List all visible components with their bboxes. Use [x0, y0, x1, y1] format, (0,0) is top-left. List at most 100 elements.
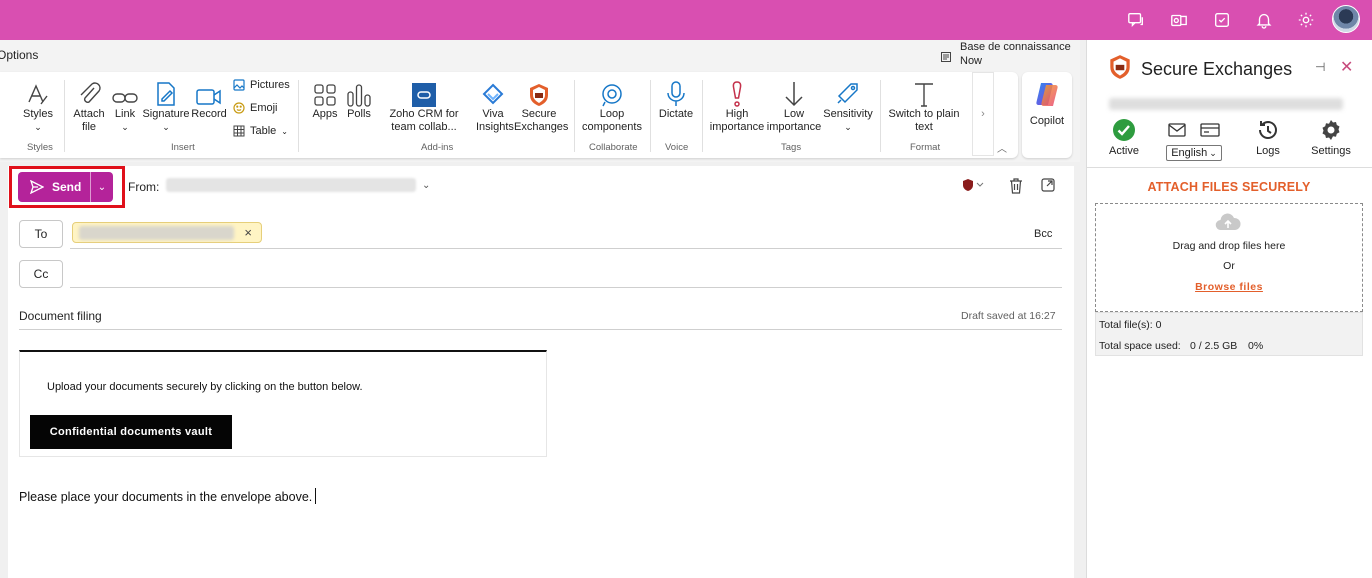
apps-grid-icon	[314, 84, 336, 106]
low-importance-button[interactable]: Low importance	[766, 78, 822, 134]
ribbon-toolbar: Styles ⌄ Styles Attach file Link ⌄ Signa…	[0, 72, 1018, 158]
active-status[interactable]: Active	[1107, 118, 1141, 157]
secure-exchanges-panel: Secure Exchanges ⊣ ✕ Active English ⌄ Log…	[1086, 40, 1372, 578]
apps-button[interactable]: Apps	[308, 78, 342, 121]
cc-button[interactable]: Cc	[19, 260, 63, 288]
group-label-tags: Tags	[781, 142, 802, 153]
check-circle-icon	[1113, 119, 1135, 141]
confidential-documents-vault-button[interactable]: Confidential documents vault	[30, 415, 232, 449]
ribbon-scroll-right-button[interactable]: ›	[972, 72, 994, 156]
close-icon[interactable]: ✕	[1340, 57, 1353, 77]
document-icon	[941, 52, 951, 62]
polls-button[interactable]: Polls	[344, 78, 374, 121]
draft-status: Draft saved at 16:27	[961, 310, 1056, 322]
chevron-down-icon: ⌄	[281, 126, 288, 136]
top-bar	[0, 0, 1372, 40]
viva-insights-icon	[482, 83, 504, 105]
outlook-icon[interactable]	[1169, 10, 1189, 30]
recipient-chip[interactable]: ×	[72, 222, 262, 243]
settings-icon[interactable]	[1296, 10, 1316, 30]
message-body-text: Please place your documents in the envel…	[19, 490, 313, 504]
settings-button[interactable]: Settings	[1309, 118, 1353, 157]
to-button[interactable]: To	[19, 220, 63, 248]
compose-pane: Send ⌄ From: ⌄ To × Bcc Cc Document fili…	[8, 166, 1074, 578]
ribbon-collapse-button[interactable]: ︿	[994, 140, 1010, 155]
table-button[interactable]: Table ⌄	[233, 125, 288, 137]
loop-components-button[interactable]: Loop components	[580, 78, 644, 134]
low-importance-label: Low importance	[766, 108, 822, 133]
zoho-crm-label: Zoho CRM for team collab...	[389, 108, 459, 133]
dictate-label: Dictate	[658, 108, 694, 120]
file-dropzone[interactable]: Drag and drop files here Or Browse files	[1095, 203, 1363, 312]
checklist-icon[interactable]	[1212, 10, 1232, 30]
account-email-redacted	[1109, 98, 1343, 110]
total-space: Total space used: 0 / 2.5 GB 0%	[1099, 340, 1263, 352]
high-importance-label: High importance	[709, 108, 765, 133]
divider	[574, 80, 575, 152]
link-icon	[112, 93, 138, 103]
subject-field[interactable]: Document filing	[19, 309, 102, 323]
emoji-icon	[233, 102, 245, 114]
high-importance-button[interactable]: High importance	[708, 78, 766, 134]
active-label: Active	[1109, 145, 1139, 157]
zoho-crm-button[interactable]: Zoho CRM for team collab...	[376, 78, 472, 134]
arrow-down-icon	[785, 82, 803, 107]
table-label: Table	[250, 125, 277, 137]
envelope-icon	[1168, 123, 1186, 137]
total-space-label: Total space used:	[1099, 340, 1181, 352]
viva-insights-button[interactable]: Viva Insights	[472, 78, 514, 134]
panel-title: Secure Exchanges	[1141, 59, 1293, 79]
group-label-styles: Styles	[27, 142, 53, 153]
total-space-percent: 0%	[1248, 340, 1264, 352]
pictures-button[interactable]: Pictures	[233, 79, 290, 91]
styles-button[interactable]: Styles ⌄	[18, 78, 58, 134]
cloud-upload-icon	[1215, 213, 1241, 231]
user-avatar[interactable]	[1332, 5, 1360, 33]
browse-files-link[interactable]: Browse files	[1096, 281, 1362, 293]
sensitivity-button[interactable]: Sensitivity ⌄	[822, 78, 874, 134]
attach-file-label: Attach file	[73, 108, 105, 133]
divider	[70, 248, 1062, 249]
copilot-icon	[1036, 83, 1058, 106]
bcc-button[interactable]: Bcc	[1034, 228, 1052, 240]
copilot-button[interactable]: Copilot	[1022, 72, 1072, 158]
language-value: English	[1171, 147, 1208, 159]
bell-icon[interactable]	[1254, 10, 1274, 30]
from-dropdown-chevron-icon[interactable]: ⌄	[422, 180, 430, 191]
chevron-down-icon: ⌄	[844, 122, 852, 132]
divider	[1087, 167, 1372, 168]
sensitivity-label: Sensitivity	[823, 108, 873, 120]
remove-recipient-close-icon[interactable]: ×	[244, 225, 252, 240]
divider	[702, 80, 703, 152]
paperclip-icon	[80, 82, 101, 103]
pin-icon[interactable]: ⊣	[1315, 60, 1325, 74]
group-label-insert: Insert	[171, 142, 195, 153]
secure-exchanges-label: Secure Exchanges	[514, 108, 569, 133]
or-text: Or	[1223, 260, 1235, 272]
switch-to-plain-text-button[interactable]: Switch to plain text	[886, 78, 962, 134]
language-selector[interactable]: English ⌄	[1165, 118, 1223, 161]
language-dropdown[interactable]: English ⌄	[1166, 145, 1222, 161]
from-address-redacted[interactable]	[166, 178, 416, 192]
group-label-collaborate: Collaborate	[589, 142, 638, 153]
emoji-button[interactable]: Emoji	[233, 102, 278, 114]
record-button[interactable]: Record	[190, 78, 228, 121]
divider	[70, 287, 1062, 288]
tab-options[interactable]: Options	[0, 48, 38, 62]
text-cursor	[315, 488, 317, 504]
discard-trash-icon[interactable]	[1009, 178, 1023, 194]
pop-out-icon[interactable]	[1041, 178, 1055, 192]
poll-bars-icon	[347, 84, 371, 107]
logs-button[interactable]: Logs	[1253, 118, 1283, 157]
chat-feedback-icon[interactable]	[1126, 10, 1146, 30]
secure-shield-dropdown-icon[interactable]	[962, 178, 986, 192]
attach-file-button[interactable]: Attach file	[70, 78, 108, 134]
total-space-value: 0 / 2.5 GB	[1190, 340, 1238, 352]
secure-exchanges-button[interactable]: Secure Exchanges	[514, 78, 569, 134]
signature-button[interactable]: Signature ⌄	[142, 78, 190, 134]
dictate-button[interactable]: Dictate	[656, 78, 696, 121]
message-body[interactable]: Please place your documents in the envel…	[19, 488, 317, 504]
history-icon	[1259, 120, 1277, 139]
group-label-format: Format	[910, 142, 941, 153]
link-button[interactable]: Link ⌄	[110, 78, 140, 134]
